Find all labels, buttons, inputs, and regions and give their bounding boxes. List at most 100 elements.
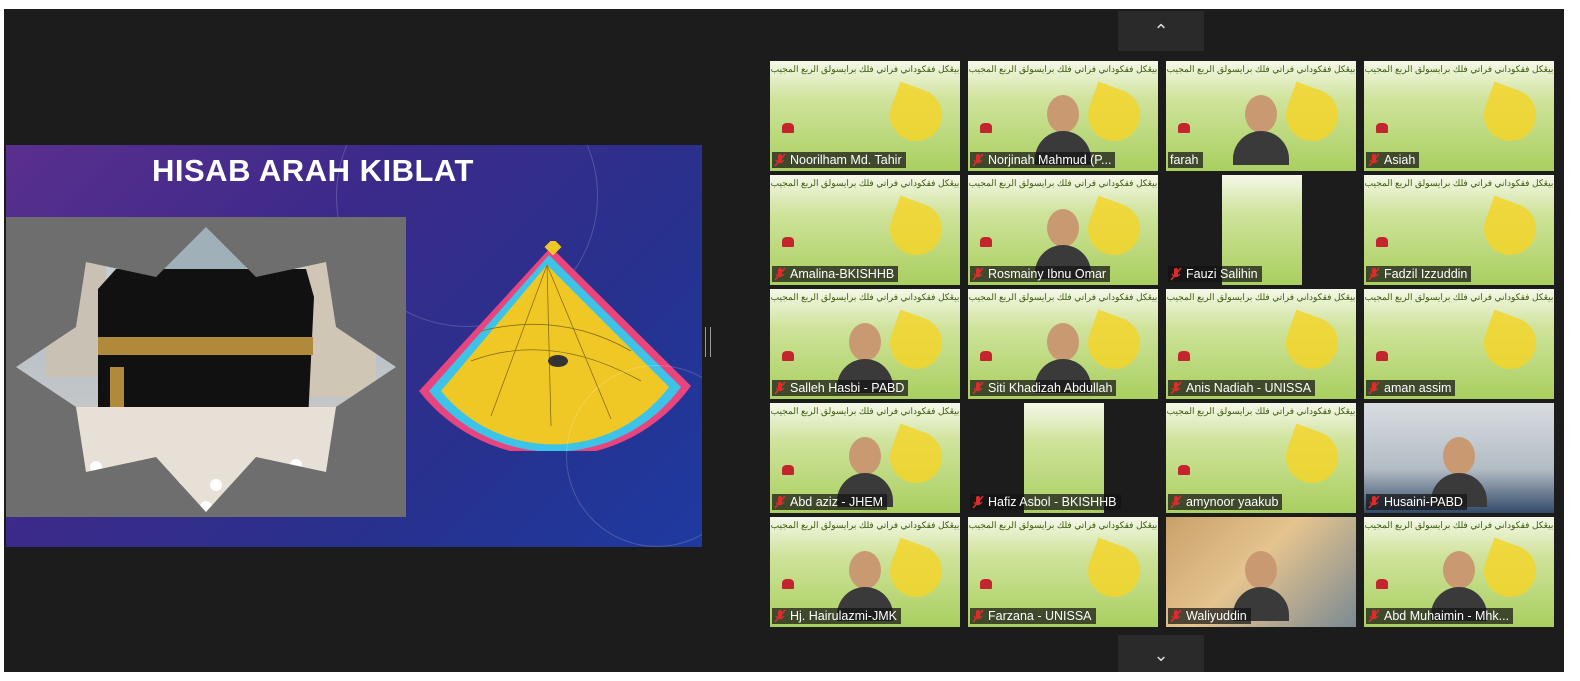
participant-nameplate: aman assim bbox=[1366, 380, 1456, 396]
participant-nameplate: Abd aziz - JHEM bbox=[772, 494, 888, 510]
muted-mic-icon bbox=[1368, 153, 1380, 167]
virtual-background-header: بيڠكل فقكوداني فراتي فلك برايسولق الربع … bbox=[1166, 64, 1356, 74]
participant-tile[interactable]: Husaini-PABD bbox=[1364, 403, 1554, 513]
participant-tile[interactable]: بيڠكل فقكوداني فراتي فلك برايسولق الربع … bbox=[1364, 517, 1554, 627]
kaaba-illustration bbox=[6, 217, 406, 517]
crest-icon bbox=[980, 579, 992, 589]
virtual-background-header: بيڠكل فقكوداني فراتي فلك برايسولق الربع … bbox=[968, 178, 1158, 188]
participant-tile[interactable]: بيڠكل فقكوداني فراتي فلك برايسولق الربع … bbox=[968, 289, 1158, 399]
muted-mic-icon bbox=[972, 495, 984, 509]
participant-name: farah bbox=[1170, 153, 1199, 167]
participant-tile[interactable]: بيڠكل فقكوداني فراتي فلك برايسولق الربع … bbox=[968, 175, 1158, 285]
virtual-background-header: بيڠكل فقكوداني فراتي فلك برايسولق الربع … bbox=[770, 64, 960, 74]
participant-tile[interactable]: بيڠكل فقكوداني فراتي فلك برايسولق الربع … bbox=[1364, 175, 1554, 285]
participant-name: Abd Muhaimin - Mhk... bbox=[1384, 609, 1510, 623]
quadrant-graphic bbox=[1476, 309, 1544, 377]
virtual-background-header: بيڠكل فقكوداني فراتي فلك برايسولق الربع … bbox=[1364, 64, 1554, 74]
participant-nameplate: Noorilham Md. Tahir bbox=[772, 152, 906, 168]
muted-mic-icon bbox=[774, 495, 786, 509]
participant-nameplate: Salleh Hasbi - PABD bbox=[772, 380, 909, 396]
crest-icon bbox=[782, 237, 794, 247]
participant-name: Salleh Hasbi - PABD bbox=[790, 381, 905, 395]
gallery-page-up-button[interactable]: ⌃ bbox=[1118, 11, 1204, 51]
participant-tile[interactable]: بيڠكل فقكوداني فراتي فلك برايسولق الربع … bbox=[770, 175, 960, 285]
participant-name: Rosmainy Ibnu Omar bbox=[988, 267, 1107, 281]
participant-nameplate: Asiah bbox=[1366, 152, 1420, 168]
participant-nameplate: Hj. Hairulazmi-JMK bbox=[772, 608, 901, 624]
participant-name: Fauzi Salihin bbox=[1186, 267, 1258, 281]
participant-nameplate: farah bbox=[1168, 152, 1203, 168]
participant-tile[interactable]: Hafiz Asbol - BKISHHB bbox=[968, 403, 1158, 513]
participant-video bbox=[1035, 91, 1091, 165]
participant-nameplate: Abd Muhaimin - Mhk... bbox=[1366, 608, 1514, 624]
participant-tile[interactable]: بيڠكل فقكوداني فراتي فلك برايسولق الربع … bbox=[770, 403, 960, 513]
participant-tile[interactable]: Waliyuddin bbox=[1166, 517, 1356, 627]
crest-icon bbox=[1178, 123, 1190, 133]
virtual-background-header: بيڠكل فقكوداني فراتي فلك برايسولق الربع … bbox=[1364, 178, 1554, 188]
muted-mic-icon bbox=[972, 609, 984, 623]
participant-name: Husaini-PABD bbox=[1384, 495, 1463, 509]
participant-gallery: بيڠكل فقكوداني فراتي فلك برايسولق الربع … bbox=[770, 61, 1554, 627]
muted-mic-icon bbox=[1170, 609, 1182, 623]
participant-name: Hafiz Asbol - BKISHHB bbox=[988, 495, 1117, 509]
participant-name: Anis Nadiah - UNISSA bbox=[1186, 381, 1312, 395]
participant-name: Abd aziz - JHEM bbox=[790, 495, 884, 509]
participant-tile[interactable]: بيڠكل فقكوداني فراتي فلك برايسولق الربع … bbox=[770, 61, 960, 171]
view-splitter-handle[interactable] bbox=[705, 327, 711, 357]
crest-icon bbox=[1376, 237, 1388, 247]
quadrant-graphic bbox=[1080, 537, 1148, 605]
virtual-background-header: بيڠكل فقكوداني فراتي فلك برايسولق الربع … bbox=[1364, 292, 1554, 302]
participant-name: Norjinah Mahmud (P... bbox=[988, 153, 1112, 167]
slide-title: HISAB ARAH KIBLAT bbox=[152, 153, 474, 188]
participant-tile[interactable]: بيڠكل فقكوداني فراتي فلك برايسولق الربع … bbox=[1166, 61, 1356, 171]
muted-mic-icon bbox=[972, 153, 984, 167]
participant-tile[interactable]: بيڠكل فقكوداني فراتي فلك برايسولق الربع … bbox=[1166, 403, 1356, 513]
participant-tile[interactable]: بيڠكل فقكوداني فراتي فلك برايسولق الربع … bbox=[1364, 289, 1554, 399]
crest-icon bbox=[782, 351, 794, 361]
crest-icon bbox=[980, 123, 992, 133]
quadrant-graphic bbox=[1278, 309, 1346, 377]
virtual-background-header: بيڠكل فقكوداني فراتي فلك برايسولق الربع … bbox=[968, 520, 1158, 530]
participant-video bbox=[1431, 547, 1487, 621]
participant-name: Siti Khadizah Abdullah bbox=[988, 381, 1113, 395]
gallery-page-down-button[interactable]: ⌄ bbox=[1118, 635, 1204, 672]
participant-nameplate: Fadzil Izzuddin bbox=[1366, 266, 1472, 282]
participant-tile[interactable]: بيڠكل فقكوداني فراتي فلك برايسولق الربع … bbox=[1166, 289, 1356, 399]
participant-nameplate: Hafiz Asbol - BKISHHB bbox=[970, 494, 1121, 510]
virtual-background-header: بيڠكل فقكوداني فراتي فلك برايسولق الربع … bbox=[968, 292, 1158, 302]
virtual-background-header: بيڠكل فقكوداني فراتي فلك برايسولق الربع … bbox=[1364, 520, 1554, 530]
participant-video bbox=[837, 547, 893, 621]
virtual-background-header: بيڠكل فقكوداني فراتي فلك برايسولق الربع … bbox=[770, 406, 960, 416]
muted-mic-icon bbox=[972, 267, 984, 281]
muted-mic-icon bbox=[1170, 381, 1182, 395]
participant-tile[interactable]: Fauzi Salihin bbox=[1166, 175, 1356, 285]
participant-name: Hj. Hairulazmi-JMK bbox=[790, 609, 897, 623]
muted-mic-icon bbox=[1170, 495, 1182, 509]
participant-tile[interactable]: بيڠكل فقكوداني فراتي فلك برايسولق الربع … bbox=[1364, 61, 1554, 171]
muted-mic-icon bbox=[774, 381, 786, 395]
crest-icon bbox=[782, 123, 794, 133]
muted-mic-icon bbox=[1368, 267, 1380, 281]
participant-name: Fadzil Izzuddin bbox=[1384, 267, 1468, 281]
crest-icon bbox=[782, 579, 794, 589]
kaaba-photo bbox=[6, 217, 406, 517]
participant-nameplate: Siti Khadizah Abdullah bbox=[970, 380, 1117, 396]
participant-nameplate: amynoor yaakub bbox=[1168, 494, 1283, 510]
virtual-background-header: بيڠكل فقكوداني فراتي فلك برايسولق الربع … bbox=[1166, 406, 1356, 416]
qibla-quadrant-illustration bbox=[419, 241, 691, 451]
participant-tile[interactable]: بيڠكل فقكوداني فراتي فلك برايسولق الربع … bbox=[770, 289, 960, 399]
shared-screen[interactable]: HISAB ARAH KIBLAT bbox=[6, 145, 702, 547]
participant-tile[interactable]: بيڠكل فقكوداني فراتي فلك برايسولق الربع … bbox=[770, 517, 960, 627]
muted-mic-icon bbox=[774, 609, 786, 623]
participant-video bbox=[837, 433, 893, 507]
participant-video bbox=[1233, 547, 1289, 621]
muted-mic-icon bbox=[1368, 381, 1380, 395]
virtual-background-header: بيڠكل فقكوداني فراتي فلك برايسولق الربع … bbox=[770, 178, 960, 188]
crest-icon bbox=[1376, 579, 1388, 589]
participant-video bbox=[837, 319, 893, 393]
participant-tile[interactable]: بيڠكل فقكوداني فراتي فلك برايسولق الربع … bbox=[968, 61, 1158, 171]
quadrant-graphic bbox=[1476, 195, 1544, 263]
participant-tile[interactable]: بيڠكل فقكوداني فراتي فلك برايسولق الربع … bbox=[968, 517, 1158, 627]
crest-icon bbox=[782, 465, 794, 475]
muted-mic-icon bbox=[774, 267, 786, 281]
